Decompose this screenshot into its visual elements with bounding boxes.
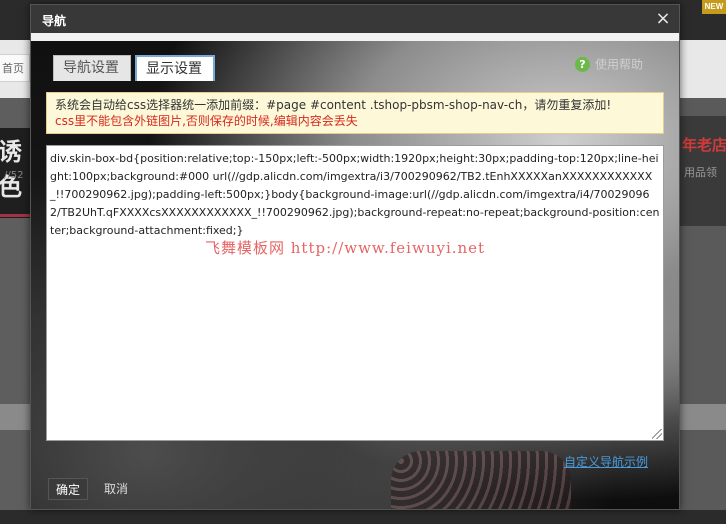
background-bottom bbox=[0, 510, 726, 524]
background-left-title: 诱色 bbox=[0, 137, 22, 201]
dialog-title: 导航 bbox=[42, 14, 67, 28]
notice-box: 系统会自动给css选择器统一添加前缀：#page #content .tshop… bbox=[46, 92, 664, 134]
dialog-titlebar[interactable]: 导航 × bbox=[31, 5, 679, 33]
background-right-strip bbox=[680, 404, 726, 430]
cancel-button[interactable]: 取消 bbox=[101, 478, 131, 500]
tab-nav-settings[interactable]: 导航设置 bbox=[53, 55, 131, 81]
background-lace-pattern bbox=[391, 451, 571, 509]
notice-prefix-info: 系统会自动给css选择器统一添加前缀：#page #content .tshop… bbox=[55, 98, 612, 112]
help-label: 使用帮助 bbox=[595, 57, 644, 72]
background-left-strip bbox=[0, 404, 30, 430]
confirm-button[interactable]: 确定 bbox=[48, 478, 88, 500]
background-right-subtitle: 用品领 bbox=[684, 166, 717, 179]
background-right-banner: 年老店 用品领 bbox=[680, 98, 726, 524]
background-nav-tab: 首页 bbox=[0, 54, 30, 82]
textarea-resize-handle[interactable] bbox=[652, 429, 662, 439]
new-badge: NEW bbox=[702, 0, 726, 14]
help-icon: ? bbox=[575, 57, 590, 72]
background-left-subtitle: //52 bbox=[4, 170, 24, 181]
navigation-dialog: 导航 × 导航设置 显示设置 ? 使用帮助 系统会自动给css选择器统一添加前缀：… bbox=[30, 4, 680, 510]
notice-warning: css里不能包含外链图片,否则保存的时候,编辑内容会丢失 bbox=[55, 114, 358, 128]
background-left-accent bbox=[0, 214, 30, 217]
background-right-title: 年老店 bbox=[682, 136, 726, 154]
close-icon[interactable]: × bbox=[653, 9, 673, 29]
help-link[interactable]: ? 使用帮助 bbox=[575, 55, 643, 73]
background-left-banner: 诱色 //52 bbox=[0, 98, 30, 524]
custom-nav-example-link[interactable]: 自定义导航示例 bbox=[564, 453, 648, 470]
css-editor-textarea[interactable]: div.skin-box-bd{position:relative;top:-1… bbox=[46, 145, 664, 441]
tab-display-settings[interactable]: 显示设置 bbox=[135, 55, 215, 81]
dialog-header-strip bbox=[31, 33, 679, 41]
